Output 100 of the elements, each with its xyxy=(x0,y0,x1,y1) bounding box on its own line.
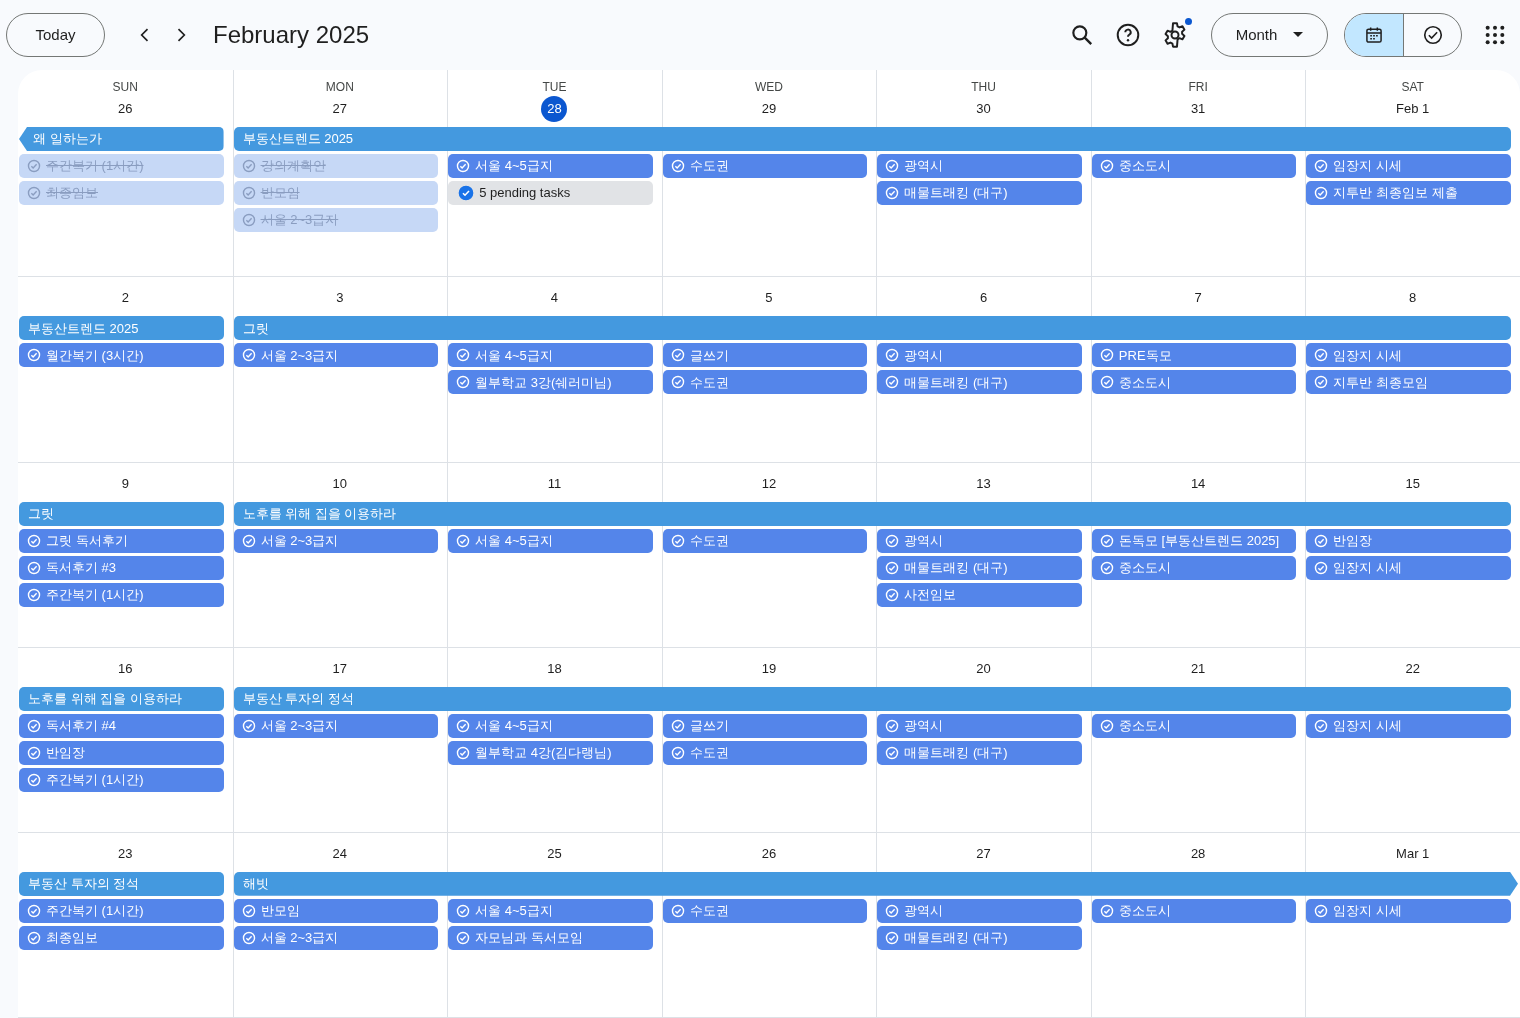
task-chip[interactable]: 돈독모 [부동산트렌드 2025] xyxy=(1091,528,1297,553)
day-number[interactable]: 22 xyxy=(1399,655,1426,682)
task-chip[interactable]: 사전임보 xyxy=(877,582,1082,607)
all-day-event[interactable]: 왜 일하는가 xyxy=(19,127,224,151)
task-chip[interactable]: 강의계획안 xyxy=(233,154,439,178)
task-chip[interactable]: 서울 2~3급지 xyxy=(233,925,439,950)
task-chip[interactable]: 중소도시 xyxy=(1091,555,1297,580)
day-number[interactable]: 4 xyxy=(541,285,568,312)
day-number[interactable]: 6 xyxy=(970,285,997,312)
day-number[interactable]: 17 xyxy=(326,655,353,682)
task-chip[interactable]: 자모님과 독서모임 xyxy=(448,925,653,950)
task-chip[interactable]: 글쓰기 xyxy=(662,713,868,738)
day-number[interactable]: 27 xyxy=(970,840,997,867)
day-number[interactable]: 26 xyxy=(756,840,782,867)
task-chip[interactable]: 주간복기 (1시간) xyxy=(19,154,224,178)
day-number[interactable]: 2 xyxy=(112,285,139,312)
task-chip[interactable]: 중소도시 xyxy=(1091,713,1297,738)
day-number[interactable]: 21 xyxy=(1185,655,1212,682)
all-day-event[interactable]: 부동산 투자의 정석 xyxy=(19,871,224,896)
task-chip[interactable]: 수도권 xyxy=(662,370,868,395)
task-chip[interactable]: 중소도시 xyxy=(1091,154,1297,178)
all-day-event[interactable]: 노후를 위해 집을 이용하라 xyxy=(19,686,224,711)
task-chip[interactable]: 독서후기 #4 xyxy=(19,713,224,738)
day-number[interactable]: 20 xyxy=(970,655,997,682)
all-day-event[interactable]: 해빗 xyxy=(233,871,1518,896)
task-chip[interactable]: 그릿 독서후기 xyxy=(19,528,224,553)
all-day-event[interactable]: 부동산트렌드 2025 xyxy=(19,316,224,341)
task-chip[interactable]: 중소도시 xyxy=(1091,370,1297,395)
day-number[interactable]: 28 xyxy=(1185,840,1212,867)
day-number[interactable]: 16 xyxy=(112,655,139,682)
day-number[interactable]: 15 xyxy=(1399,470,1426,497)
task-chip[interactable]: 글쓰기 xyxy=(662,343,868,368)
day-number[interactable]: 8 xyxy=(1399,285,1426,312)
task-chip[interactable]: 매물트래킹 (대구) xyxy=(877,181,1082,205)
task-chip[interactable]: 주간복기 (1시간) xyxy=(19,898,224,923)
day-number[interactable]: 18 xyxy=(541,655,568,682)
task-chip[interactable]: 수도권 xyxy=(662,898,868,923)
day-number[interactable]: Feb 1 xyxy=(1394,96,1432,122)
pending-tasks-chip[interactable]: 5 pending tasks xyxy=(448,181,653,205)
day-number[interactable]: 13 xyxy=(970,470,997,497)
task-chip[interactable]: 독서후기 #3 xyxy=(19,555,224,580)
day-number[interactable]: 9 xyxy=(112,470,139,497)
day-number[interactable]: 14 xyxy=(1185,470,1212,497)
task-chip[interactable]: 매물트래킹 (대구) xyxy=(877,740,1082,765)
task-chip[interactable]: 수도권 xyxy=(662,528,868,553)
day-number[interactable]: 24 xyxy=(326,840,353,867)
day-number[interactable]: 25 xyxy=(541,840,568,867)
task-chip[interactable]: 광역시 xyxy=(877,154,1082,178)
task-chip[interactable]: 수도권 xyxy=(662,154,868,178)
all-day-event[interactable]: 그릿 xyxy=(233,316,1511,341)
task-chip[interactable]: 서울 4~5급지 xyxy=(448,343,653,368)
task-chip[interactable]: 서울 4~5급지 xyxy=(448,528,653,553)
task-chip[interactable]: 서울 2~3급지 xyxy=(233,713,439,738)
all-day-event[interactable]: 그릿 xyxy=(19,501,224,526)
day-number[interactable]: 3 xyxy=(326,285,353,312)
task-chip[interactable]: 지투반 최종모임 xyxy=(1306,370,1511,395)
day-number[interactable]: 28 xyxy=(541,96,568,122)
all-day-event[interactable]: 노후를 위해 집을 이용하라 xyxy=(233,501,1511,526)
all-day-event[interactable]: 부동산트렌드 2025 xyxy=(233,127,1511,151)
day-number[interactable]: 23 xyxy=(112,840,139,867)
task-chip[interactable]: 주간복기 (1시간) xyxy=(19,767,224,792)
day-number[interactable]: Mar 1 xyxy=(1394,840,1432,867)
task-chip[interactable]: 매물트래킹 (대구) xyxy=(877,925,1082,950)
task-chip[interactable]: 수도권 xyxy=(662,740,868,765)
task-chip[interactable]: 매물트래킹 (대구) xyxy=(877,555,1082,580)
task-chip[interactable]: 서울 4~5급지 xyxy=(448,898,653,923)
task-chip[interactable]: 최종임보 xyxy=(19,925,224,950)
all-day-event[interactable]: 부동산 투자의 정석 xyxy=(233,686,1511,711)
task-chip[interactable]: 임장지 시세 xyxy=(1306,555,1511,580)
task-chip[interactable]: 매물트래킹 (대구) xyxy=(877,370,1082,395)
task-chip[interactable]: 반임장 xyxy=(19,740,224,765)
day-number[interactable]: 31 xyxy=(1185,96,1212,122)
task-chip[interactable]: 임장지 시세 xyxy=(1306,898,1511,923)
task-chip[interactable]: 임장지 시세 xyxy=(1306,343,1511,368)
task-chip[interactable]: 서울 4~5급지 xyxy=(448,713,653,738)
calendar-view-button[interactable] xyxy=(1345,14,1403,56)
task-chip[interactable]: 임장지 시세 xyxy=(1306,154,1511,178)
day-number[interactable]: 10 xyxy=(326,470,353,497)
day-number[interactable]: 12 xyxy=(756,470,782,497)
task-chip[interactable]: 광역시 xyxy=(877,898,1082,923)
task-chip[interactable]: 월부학교 4강(김다랭님) xyxy=(448,740,653,765)
task-chip[interactable]: 월간복기 (3시간) xyxy=(19,343,224,368)
day-number[interactable]: 5 xyxy=(756,285,782,312)
task-chip[interactable]: 임장지 시세 xyxy=(1306,713,1511,738)
task-chip[interactable]: 서울 2~3급지 xyxy=(233,528,439,553)
task-chip[interactable]: 광역시 xyxy=(877,713,1082,738)
task-chip[interactable]: PRE독모 xyxy=(1091,343,1297,368)
day-number[interactable]: 26 xyxy=(112,96,139,122)
task-chip[interactable]: 서울 2~3급지 xyxy=(233,208,439,232)
day-number[interactable]: 19 xyxy=(756,655,782,682)
task-chip[interactable]: 지투반 최종임보 제출 xyxy=(1306,181,1511,205)
task-chip[interactable]: 월부학교 3강(쉐러미님) xyxy=(448,370,653,395)
day-number[interactable]: 29 xyxy=(756,96,782,122)
day-number[interactable]: 30 xyxy=(970,96,997,122)
task-chip[interactable]: 광역시 xyxy=(877,343,1082,368)
task-chip[interactable]: 중소도시 xyxy=(1091,898,1297,923)
day-number[interactable]: 7 xyxy=(1185,285,1212,312)
day-number[interactable]: 27 xyxy=(326,96,353,122)
task-chip[interactable]: 반모임 xyxy=(233,181,439,205)
task-chip[interactable]: 서울 4~5급지 xyxy=(448,154,653,178)
